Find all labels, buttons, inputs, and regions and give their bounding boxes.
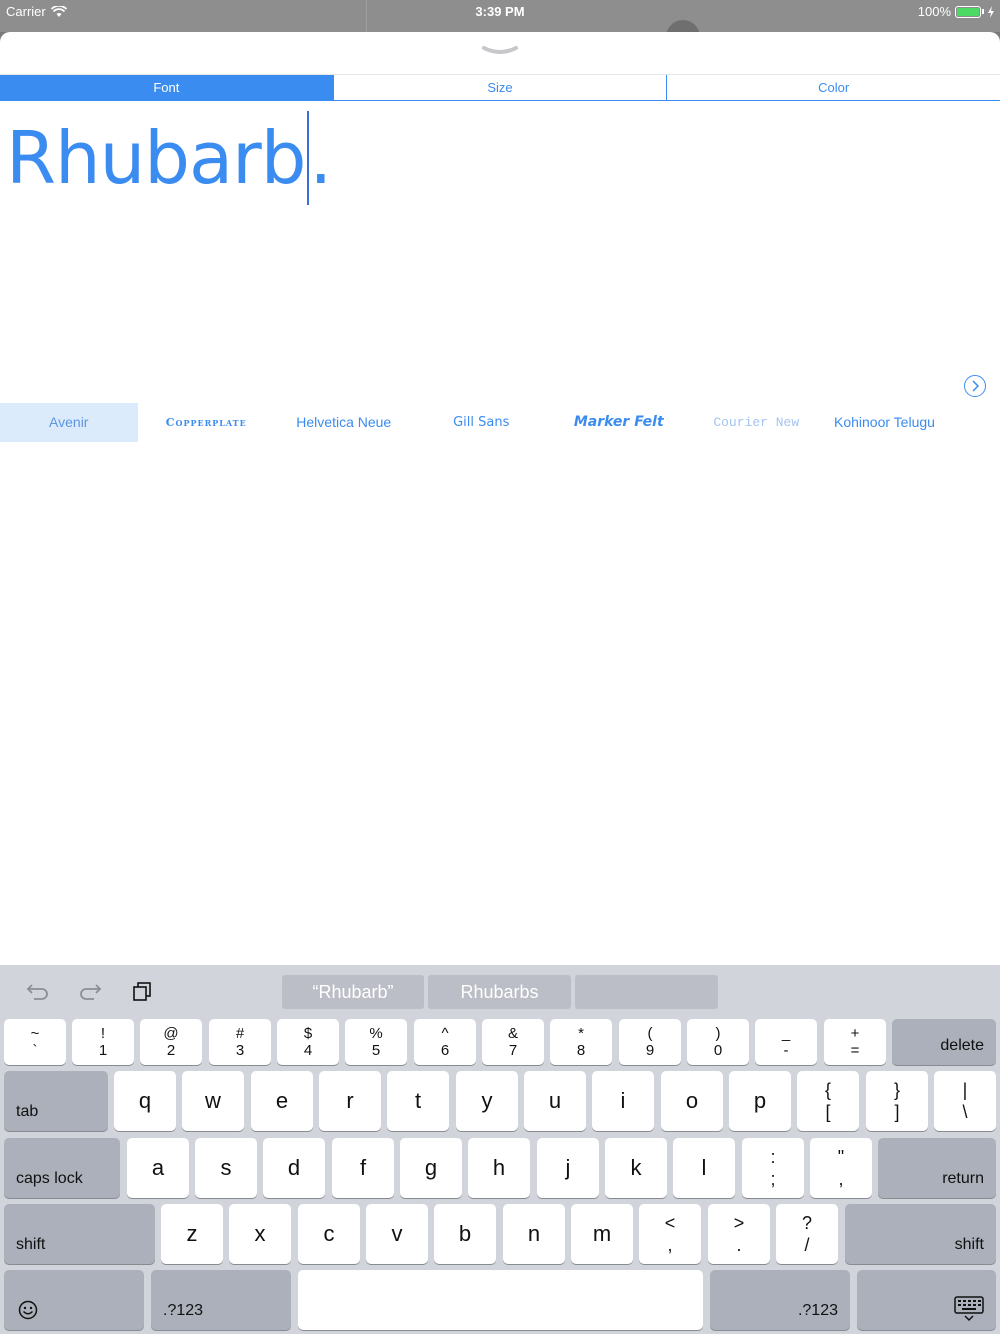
key-0[interactable]: ) 0 (687, 1019, 749, 1065)
key-7[interactable]: & 7 (482, 1019, 544, 1065)
key-2[interactable]: @2 (140, 1019, 202, 1065)
key-b[interactable]: b (434, 1204, 496, 1264)
text-editor[interactable]: Rhubarb . (6, 110, 332, 206)
keyboard: “Rhubarb” Rhubarbs ~ ` ! 1 @2 #3 $4 % 5 ^ 6 … (0, 965, 1000, 1334)
key-o[interactable]: o (661, 1071, 723, 1131)
font-item-marker-felt[interactable]: Marker Felt (550, 403, 688, 442)
key-f[interactable]: f (332, 1138, 394, 1198)
font-item-kohinoor-telugu[interactable]: Kohinoor Telugu (825, 403, 963, 442)
redo-icon[interactable] (76, 979, 104, 1003)
segmented-control: Font Size Color (0, 74, 1000, 101)
key-j[interactable]: j (537, 1138, 599, 1198)
font-item-copperplate[interactable]: Copperplate (138, 403, 276, 442)
editor-trailing: . (309, 116, 333, 200)
key-a[interactable]: a (127, 1138, 189, 1198)
font-item-helvetica-neue[interactable]: Helvetica Neue (275, 403, 413, 442)
emoji-icon (18, 1300, 38, 1320)
next-arrow-button[interactable] (964, 375, 986, 397)
key-period[interactable]: >. (708, 1204, 770, 1264)
tab-font[interactable]: Font (0, 75, 333, 100)
key-y[interactable]: y (456, 1071, 518, 1131)
font-list: Avenir Copperplate Helvetica Neue Gill S… (0, 403, 1000, 442)
key-q[interactable]: q (114, 1071, 176, 1131)
key-g[interactable]: g (400, 1138, 462, 1198)
split-divider (366, 0, 367, 32)
font-item-avenir[interactable]: Avenir (0, 403, 138, 442)
battery-tip (982, 9, 984, 14)
key-3[interactable]: #3 (209, 1019, 271, 1065)
key-minus[interactable]: _ - (755, 1019, 817, 1065)
key-equals[interactable]: + = (824, 1019, 886, 1065)
chevron-right-icon (972, 380, 980, 392)
keyboard-toolbar (24, 979, 156, 1003)
key-comma[interactable]: <, (639, 1204, 701, 1264)
key-v[interactable]: v (366, 1204, 428, 1264)
shift-left-key[interactable]: shift (4, 1204, 155, 1264)
numbers-key-left[interactable]: .?123 (151, 1270, 291, 1330)
chevron-down-icon[interactable] (480, 44, 520, 60)
key-d[interactable]: d (263, 1138, 325, 1198)
key-l[interactable]: l (673, 1138, 735, 1198)
charging-bolt-icon (988, 5, 994, 18)
editor-text: Rhubarb (6, 116, 306, 200)
key-e[interactable]: e (251, 1071, 313, 1131)
undo-icon[interactable] (24, 979, 52, 1003)
key-6[interactable]: ^ 6 (414, 1019, 476, 1065)
status-time: 3:39 PM (475, 4, 525, 19)
key-4[interactable]: $4 (277, 1019, 339, 1065)
tab-size[interactable]: Size (332, 75, 667, 100)
numbers-key-right[interactable]: .?123 (710, 1270, 850, 1330)
key-bracket-left[interactable]: {[ (797, 1071, 859, 1131)
key-1[interactable]: ! 1 (72, 1019, 134, 1065)
key-x[interactable]: x (229, 1204, 291, 1264)
key-5[interactable]: % 5 (345, 1019, 407, 1065)
key-semicolon[interactable]: :; (742, 1138, 804, 1198)
space-key[interactable] (298, 1270, 703, 1330)
font-sheet: Font Size Color Rhubarb . Avenir Copperp… (0, 32, 1000, 965)
key-s[interactable]: s (195, 1138, 257, 1198)
keyboard-dismiss-icon (954, 1296, 984, 1322)
caps-lock-key[interactable]: caps lock (4, 1138, 120, 1198)
emoji-key[interactable] (4, 1270, 144, 1330)
tab-color[interactable]: Color (666, 75, 1000, 100)
status-bar: Carrier 3:39 PM 100% (0, 0, 1000, 32)
key-backslash[interactable]: | \ (934, 1071, 996, 1131)
suggestion-1[interactable]: “Rhubarb” (282, 975, 424, 1009)
font-item-courier-new[interactable]: Courier New (688, 403, 826, 442)
key-quote[interactable]: ", (810, 1138, 872, 1198)
key-c[interactable]: c (298, 1204, 360, 1264)
key-r[interactable]: r (319, 1071, 381, 1131)
key-bracket-right[interactable]: }] (866, 1071, 928, 1131)
battery-group: 100% (918, 4, 994, 19)
key-k[interactable]: k (605, 1138, 667, 1198)
key-n[interactable]: n (503, 1204, 565, 1264)
key-z[interactable]: z (161, 1204, 223, 1264)
key-u[interactable]: u (524, 1071, 586, 1131)
key-backtick[interactable]: ~ ` (4, 1019, 66, 1065)
dismiss-keyboard-key[interactable] (857, 1270, 996, 1330)
key-m[interactable]: m (571, 1204, 633, 1264)
font-item-gill-sans[interactable]: Gill Sans (413, 403, 551, 442)
key-slash[interactable]: ? / (776, 1204, 838, 1264)
battery-icon (955, 5, 981, 18)
suggestion-3[interactable] (575, 975, 718, 1009)
delete-key[interactable]: delete (892, 1019, 996, 1065)
return-key[interactable]: return (878, 1138, 996, 1198)
key-9[interactable]: (9 (619, 1019, 681, 1065)
key-w[interactable]: w (182, 1071, 244, 1131)
key-h[interactable]: h (468, 1138, 530, 1198)
battery-percent: 100% (917, 4, 951, 19)
shift-right-key[interactable]: shift (845, 1204, 996, 1264)
key-i[interactable]: i (592, 1071, 654, 1131)
key-t[interactable]: t (387, 1071, 449, 1131)
paste-icon[interactable] (128, 979, 156, 1003)
suggestion-2[interactable]: Rhubarbs (428, 975, 571, 1009)
key-p[interactable]: p (729, 1071, 791, 1131)
key-8[interactable]: * 8 (550, 1019, 612, 1065)
tab-key[interactable]: tab (4, 1071, 108, 1131)
